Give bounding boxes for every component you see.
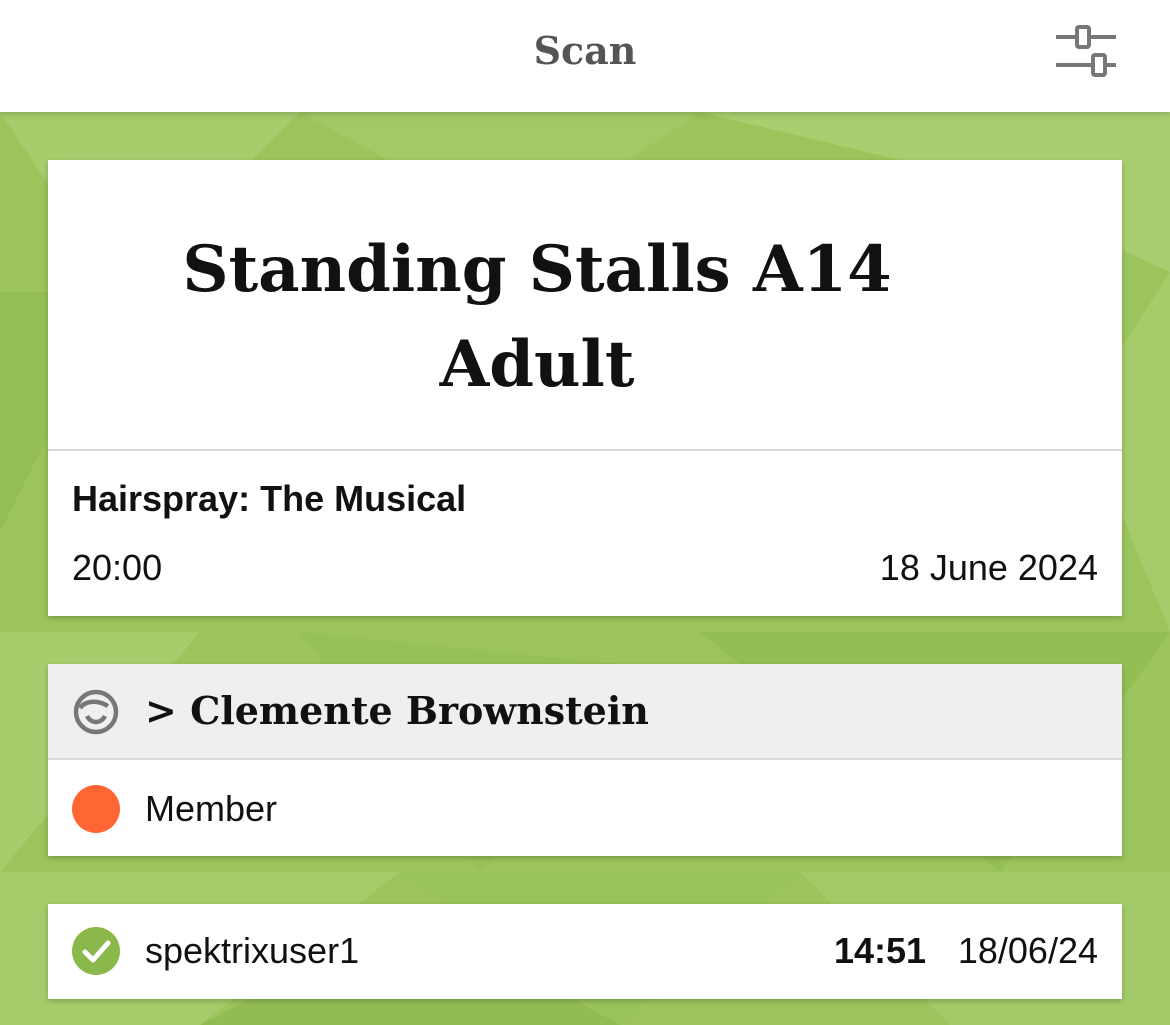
settings-button[interactable] (1048, 22, 1124, 82)
ticket-title: Standing Stalls A14 Adult (0, 222, 1074, 412)
ticket-type: Adult (439, 327, 635, 402)
divider (48, 758, 1122, 760)
sliders-icon (1056, 25, 1116, 77)
page-title: Scan (533, 28, 637, 73)
event-time: 20:00 (72, 547, 163, 588)
seat-label: Standing Stalls A14 (182, 232, 892, 307)
event-date: 18 June 2024 (879, 547, 1098, 588)
scan-log-row: spektrixuser1 14:51 18/06/24 (48, 904, 1122, 999)
scan-time: 14:51 (834, 930, 927, 971)
check-circle-icon (72, 927, 120, 975)
event-name: Hairspray: The Musical (72, 478, 467, 519)
customer-card: > Clemente Brownstein Member (48, 664, 1122, 856)
divider (48, 449, 1122, 451)
customer-link[interactable]: > Clemente Brownstein (48, 664, 1122, 758)
member-status-dot (72, 785, 120, 833)
member-tag-label: Member (145, 788, 278, 829)
app-header: Scan (0, 0, 1170, 112)
customer-name: > Clemente Brownstein (145, 688, 649, 733)
scan-user: spektrixuser1 (145, 930, 360, 971)
scan-date: 18/06/24 (957, 930, 1098, 971)
customer-face-icon (73, 689, 119, 735)
